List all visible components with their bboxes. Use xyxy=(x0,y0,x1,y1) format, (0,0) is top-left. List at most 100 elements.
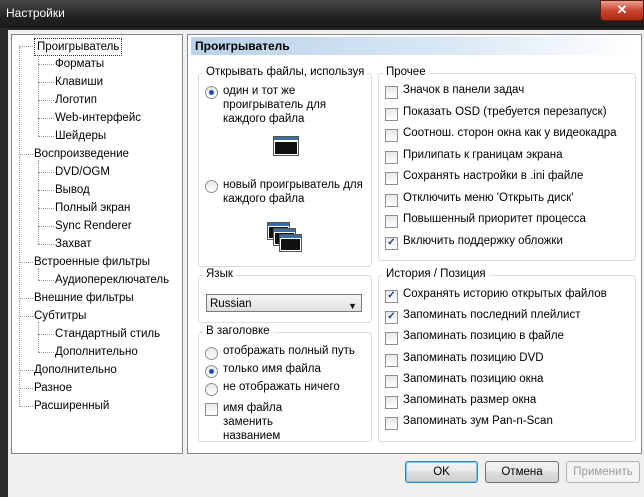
checkbox-row[interactable]: Значок в панели задач xyxy=(385,84,524,99)
checkbox-row[interactable]: Запоминать позицию окна xyxy=(385,373,543,388)
tree-item[interactable]: Логотип xyxy=(55,92,97,108)
tree-item[interactable]: Шейдеры xyxy=(55,128,106,144)
replace-filename-label: имя файла заменить названием xyxy=(223,402,283,442)
tree-item[interactable]: Встроенные фильтры xyxy=(34,254,150,270)
open-same-player-label: один и тот же проигрыватель для каждого … xyxy=(223,85,327,125)
checkbox-indicator[interactable] xyxy=(205,403,218,416)
tree-connector xyxy=(38,352,54,353)
language-select-value: Russian xyxy=(210,298,252,310)
tree-connector xyxy=(38,322,39,352)
checkbox-label: Запоминать последний плейлист xyxy=(403,309,581,322)
tree-connector xyxy=(38,172,54,173)
checkbox-row[interactable]: Отключить меню 'Открыть диск' xyxy=(385,192,573,207)
title-full-path-radio[interactable]: отображать полный путь xyxy=(205,345,355,360)
title-file-name-radio[interactable]: только имя файла xyxy=(205,363,321,378)
checkbox-row[interactable]: Запоминать размер окна xyxy=(385,394,536,409)
tree-item[interactable]: Воспроизведение xyxy=(34,146,129,162)
multi-window-icon xyxy=(267,222,302,252)
checkbox-indicator[interactable] xyxy=(385,172,398,185)
title-nothing-radio[interactable]: не отображать ничего xyxy=(205,381,340,396)
checkbox-row[interactable]: ✓ Запоминать последний плейлист xyxy=(385,309,581,325)
checkbox-indicator[interactable] xyxy=(385,107,398,121)
tree-item[interactable]: Web-интерфейс xyxy=(55,110,141,126)
cancel-button[interactable]: Отмена xyxy=(485,461,559,483)
language-select[interactable]: Russian ▼ xyxy=(206,294,362,312)
tree-item[interactable]: Дополнительно xyxy=(34,362,117,378)
checkbox-indicator[interactable] xyxy=(385,353,398,367)
replace-filename-checkbox[interactable]: имя файла заменить названием xyxy=(205,401,330,443)
checkbox-row[interactable]: Сохранять настройки в .ini файле xyxy=(385,170,583,185)
checkbox-indicator[interactable] xyxy=(385,417,398,431)
tree-item[interactable]: DVD/OGM xyxy=(55,164,110,180)
radio-indicator[interactable] xyxy=(205,347,218,360)
tree-item[interactable]: Стандартный стиль xyxy=(55,326,160,342)
checkbox-row[interactable]: Запоминать зум Pan-n-Scan xyxy=(385,415,553,431)
checkbox-row[interactable]: Запоминать позицию DVD xyxy=(385,352,544,367)
tree-item[interactable]: Расширенный xyxy=(34,398,109,414)
checkbox-indicator[interactable] xyxy=(385,215,398,228)
tree-connector xyxy=(38,190,54,191)
checkbox-indicator[interactable] xyxy=(385,150,398,164)
window-title-group-label: В заголовке xyxy=(203,325,273,337)
radio-indicator[interactable] xyxy=(205,365,218,378)
checkbox-indicator[interactable] xyxy=(385,396,398,409)
checkbox-indicator[interactable] xyxy=(385,332,398,346)
settings-tree[interactable]: Проигрыватель Форматы Клавиши Логотип Web-ин… xyxy=(11,34,183,454)
checkbox-row[interactable]: Повышенный приоритет процесса xyxy=(385,213,586,228)
window-title: Настройки xyxy=(6,6,65,20)
tree-connector xyxy=(38,334,54,335)
open-new-player-radio[interactable]: новый проигрыватель для каждого файла xyxy=(205,178,365,206)
checkbox-row[interactable]: Прилипать к границам экрана xyxy=(385,149,563,164)
settings-panel: Проигрыватель Открывать файлы, используя… xyxy=(187,34,642,454)
checkbox-indicator[interactable] xyxy=(385,129,398,142)
checkbox-label: Отключить меню 'Открыть диск' xyxy=(403,191,574,204)
tree-connector xyxy=(38,64,54,65)
history-group-label: История / Позиция xyxy=(383,268,489,280)
checkbox-indicator[interactable]: ✓ xyxy=(385,311,398,325)
close-button[interactable]: ✕ xyxy=(600,0,644,21)
tree-item[interactable]: Форматы xyxy=(55,56,104,72)
language-group-label: Язык xyxy=(203,268,236,280)
chevron-down-icon[interactable]: ▼ xyxy=(348,297,357,315)
tree-item[interactable]: Проигрыватель xyxy=(34,38,123,56)
checkbox-indicator[interactable]: ✓ xyxy=(385,236,398,250)
checkbox-indicator[interactable] xyxy=(385,86,398,99)
tree-connector xyxy=(38,160,39,244)
title-bar: Настройки ✕ xyxy=(0,0,644,28)
checkbox-indicator[interactable]: ✓ xyxy=(385,290,398,303)
checkbox-label: Прилипать к границам экрана xyxy=(403,148,563,161)
checkbox-indicator[interactable] xyxy=(385,374,398,388)
radio-indicator[interactable] xyxy=(205,180,218,193)
tree-connector xyxy=(19,406,33,407)
checkbox-row[interactable]: Соотнош. сторон окна как у видеокадра xyxy=(385,127,617,142)
tree-item[interactable]: Клавиши xyxy=(55,74,103,90)
tree-item[interactable]: Внешние фильтры xyxy=(34,290,134,306)
tree-item[interactable]: Захват xyxy=(55,236,91,252)
open-new-player-label: новый проигрыватель для каждого файла xyxy=(223,179,363,205)
tree-item[interactable]: Разное xyxy=(34,380,72,396)
checkbox-label: Сохранять историю открытых файлов xyxy=(403,288,607,300)
checkbox-indicator[interactable] xyxy=(385,193,398,207)
checkbox-row[interactable]: Показать OSD (требуется перезапуск) xyxy=(385,106,607,121)
tree-item[interactable]: Дополнительно xyxy=(55,344,138,360)
tree-item[interactable]: Sync Renderer xyxy=(55,218,132,234)
open-same-player-radio[interactable]: один и тот же проигрыватель для каждого … xyxy=(205,84,365,126)
tree-item[interactable]: Субтитры xyxy=(34,308,86,324)
single-window-icon xyxy=(273,136,299,156)
title-nothing-label: не отображать ничего xyxy=(223,381,340,393)
checkbox-row[interactable]: ✓ Сохранять историю открытых файлов xyxy=(385,288,607,303)
ok-button[interactable]: OK xyxy=(405,461,478,483)
panel-title: Проигрыватель xyxy=(191,37,635,55)
tree-connector xyxy=(38,244,54,245)
tree-item[interactable]: Полный экран xyxy=(55,200,130,216)
checkbox-row[interactable]: ✓ Включить поддержку обложки xyxy=(385,235,563,250)
radio-indicator[interactable] xyxy=(205,86,218,99)
tree-item[interactable]: Аудиопереключатель xyxy=(55,272,169,288)
tree-connector xyxy=(38,208,54,209)
tree-connector xyxy=(19,316,33,317)
checkbox-row[interactable]: Запоминать позицию в файле xyxy=(385,330,564,346)
tree-item[interactable]: Вывод xyxy=(55,182,90,198)
tree-connector xyxy=(38,82,54,83)
radio-indicator[interactable] xyxy=(205,383,218,396)
apply-button[interactable]: Применить xyxy=(566,461,640,483)
